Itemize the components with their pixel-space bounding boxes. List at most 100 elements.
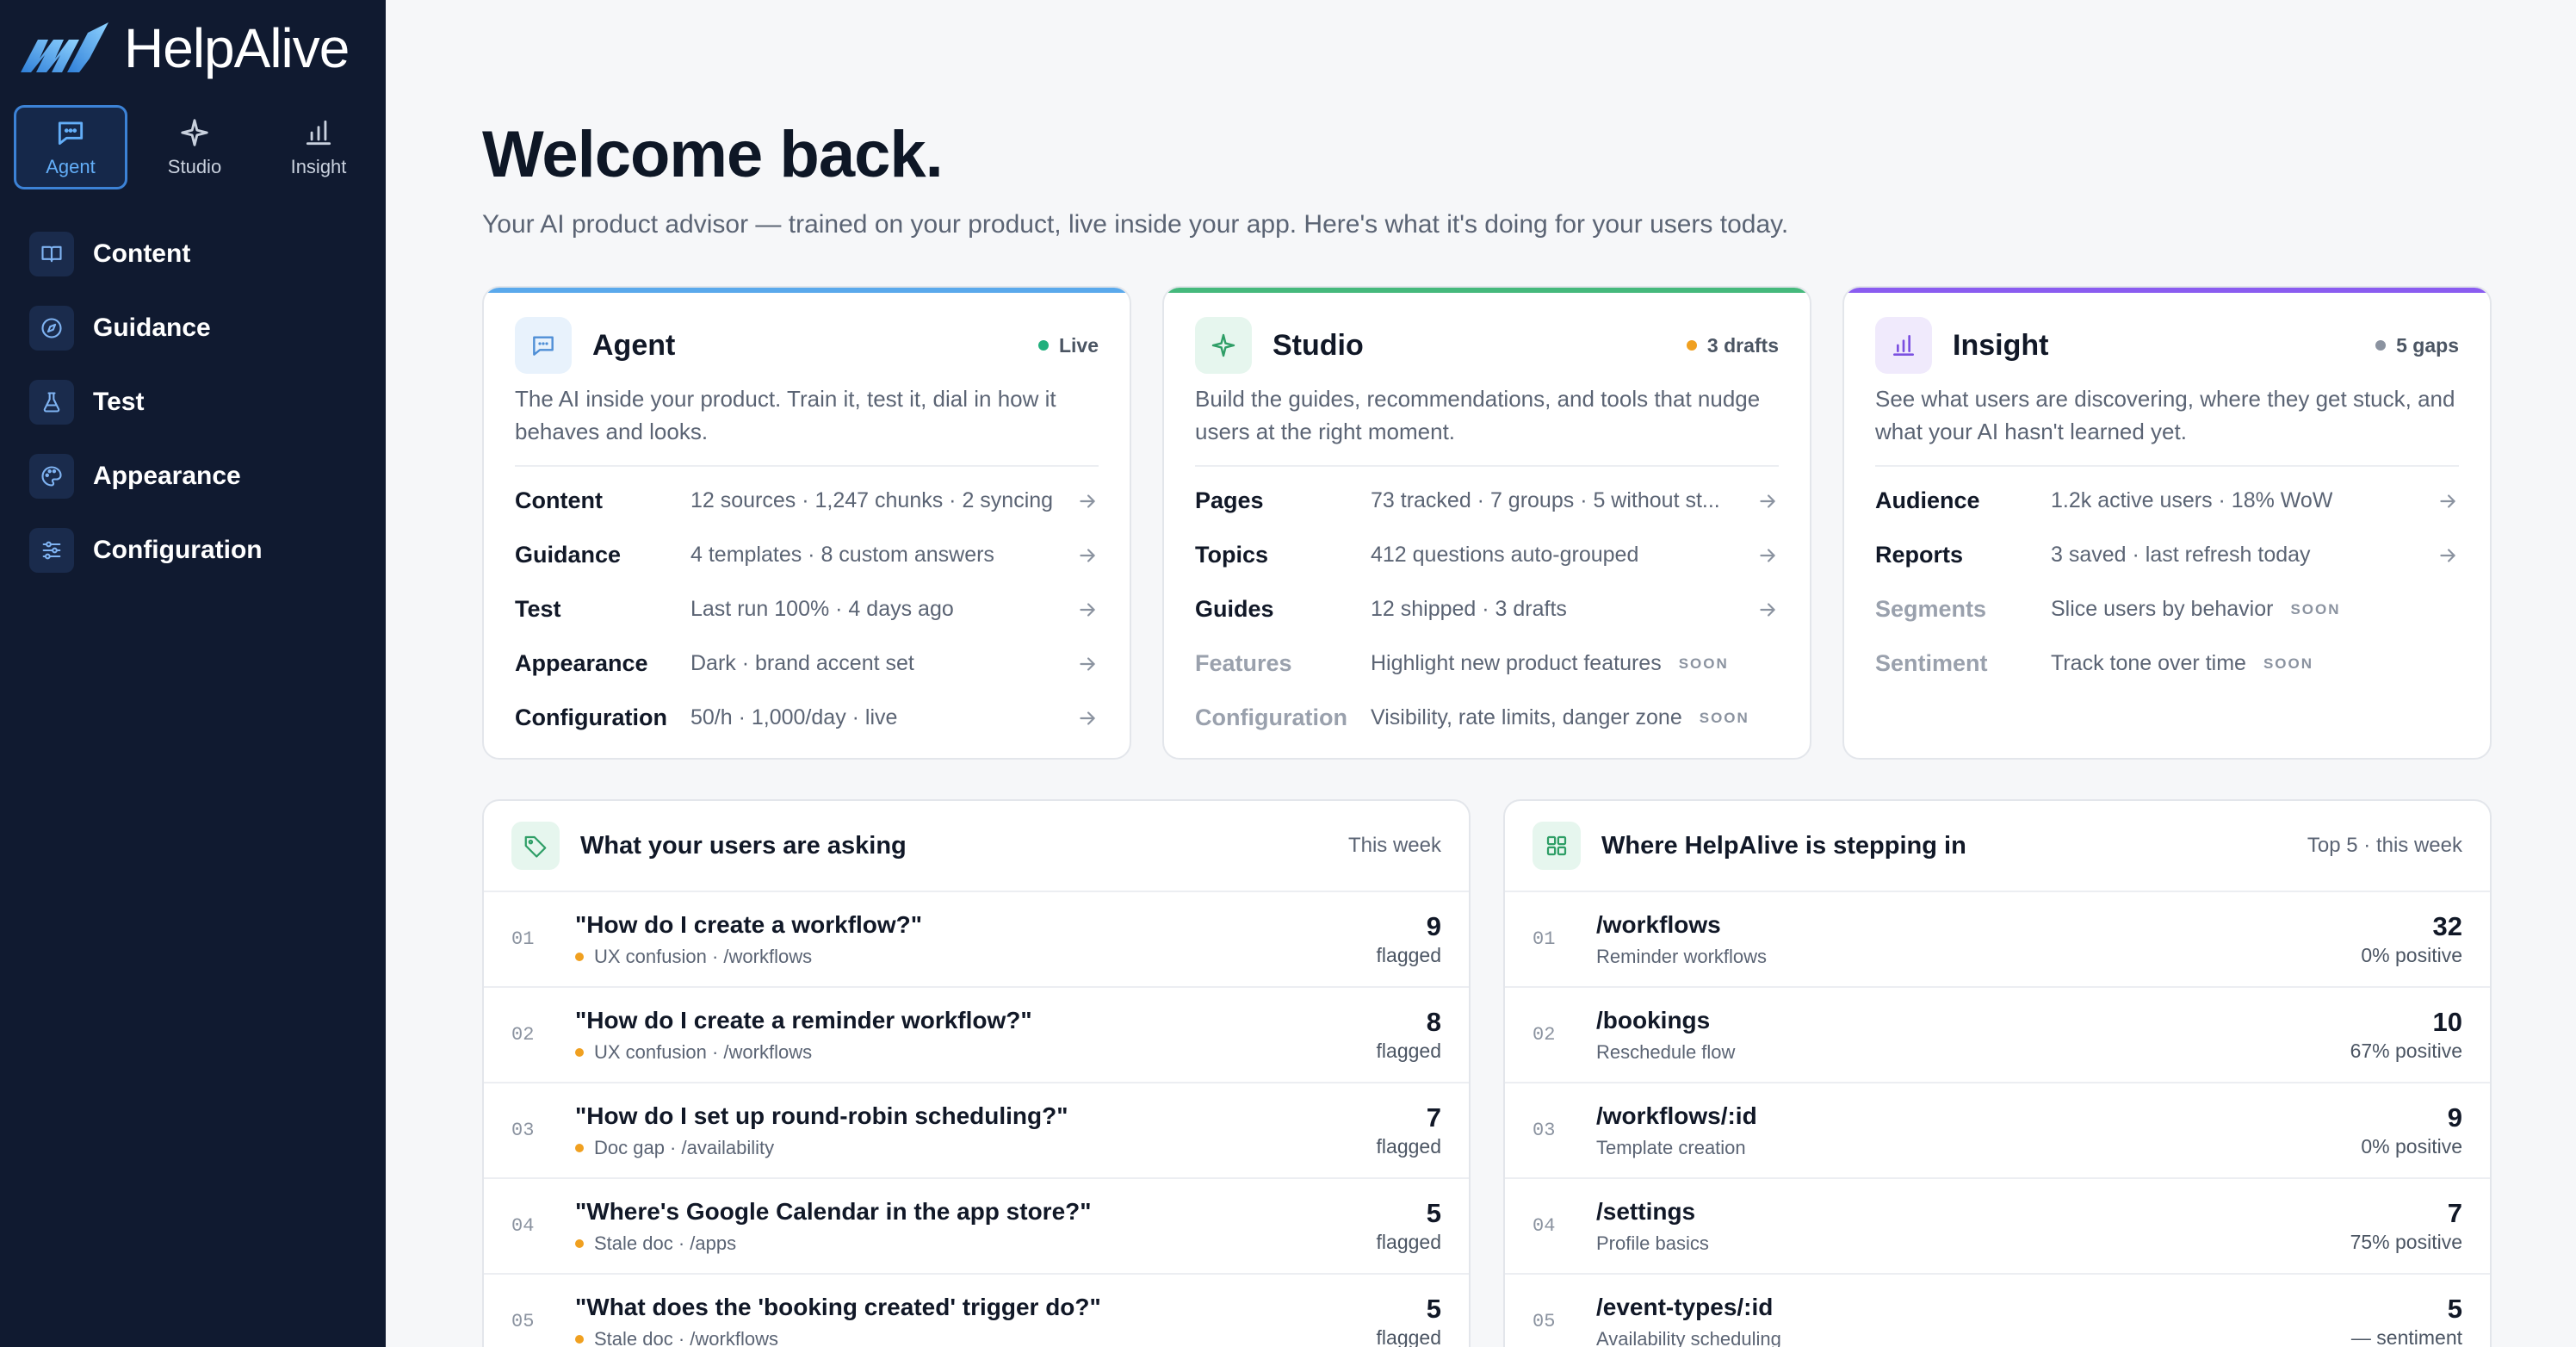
arrow-right-icon	[1760, 493, 1775, 508]
row-key: Sentiment	[1875, 650, 1988, 676]
card-accent-bar	[484, 288, 1130, 293]
count-value: 9	[2447, 1102, 2462, 1133]
sidebar-item-label: Content	[93, 239, 191, 268]
rank-number: 02	[1533, 1024, 1556, 1046]
mode-tab-studio[interactable]: Studio	[138, 105, 251, 189]
card-row-topics[interactable]: Topics 412 questions auto-grouped	[1195, 528, 1779, 582]
card-title: Insight	[1953, 328, 2049, 362]
rank-number: 01	[511, 928, 535, 950]
sidebar-item-appearance[interactable]: Appearance	[29, 439, 263, 513]
row-key: Topics	[1195, 542, 1269, 568]
mode-tab-insight[interactable]: Insight	[262, 105, 375, 189]
count-value: 7	[1426, 1102, 1441, 1133]
studio-card[interactable]: Studio 3 drafts Build the guides, recomm…	[1162, 286, 1811, 760]
sidebar: HelpAlive Agent Studio Insight Content G…	[0, 0, 386, 1347]
sidebar-item-configuration[interactable]: Configuration	[29, 513, 263, 587]
sidebar-item-label: Configuration	[93, 536, 263, 564]
card-row-segments: Segments Slice users by behavior SOON	[1875, 582, 2459, 636]
card-row-guidance[interactable]: Guidance 4 templates · 8 custom answers	[515, 528, 1099, 582]
mode-tab-agent[interactable]: Agent	[14, 105, 127, 189]
sidebar-item-test[interactable]: Test	[29, 365, 263, 439]
question-tag: Stale doc · /apps	[594, 1232, 737, 1254]
card-description: The AI inside your product. Train it, te…	[515, 386, 1056, 444]
page-title: Welcome back.	[482, 118, 944, 191]
soon-badge: SOON	[2290, 600, 2341, 618]
status-badge: 5 gaps	[2375, 334, 2459, 357]
list-item[interactable]: 01 "How do I create a workflow?" UX conf…	[484, 892, 1469, 988]
mode-switcher: Agent Studio Insight	[14, 105, 375, 189]
row-key: Guidance	[515, 542, 622, 568]
list-item[interactable]: 03 /workflows/:id Template creation 9 0%…	[1505, 1083, 2490, 1179]
status-label: 3 drafts	[1706, 333, 1779, 357]
question-text: "What does the 'booking created' trigger…	[575, 1293, 1101, 1320]
card-row-appearance[interactable]: Appearance Dark · brand accent set	[515, 636, 1099, 691]
route-description: Profile basics	[1596, 1232, 1709, 1254]
row-key: Guides	[1195, 596, 1274, 622]
count-label: flagged	[1376, 1135, 1441, 1158]
card-row-configuration: Configuration Visibility, rate limits, d…	[1195, 691, 1779, 745]
brand-name: HelpAlive	[124, 17, 350, 79]
sidebar-item-label: Guidance	[93, 313, 211, 342]
row-value: Track tone over time	[2051, 651, 2246, 675]
list-item[interactable]: 05 "What does the 'booking created' trig…	[484, 1275, 1469, 1347]
card-row-test[interactable]: Test Last run 100% · 4 days ago	[515, 582, 1099, 636]
card-title: Studio	[1273, 328, 1364, 362]
count-label: flagged	[1376, 1231, 1441, 1253]
count-label: flagged	[1376, 1040, 1441, 1062]
row-value: 50/h · 1,000/day · live	[690, 705, 898, 729]
row-key: Reports	[1875, 542, 1964, 568]
card-row-pages[interactable]: Pages 73 tracked · 7 groups · 5 without …	[1195, 474, 1779, 528]
helpalive-logo-icon	[21, 22, 108, 72]
sentiment-label: 0% positive	[2361, 1135, 2462, 1158]
compass-icon	[29, 306, 74, 351]
row-key: Pages	[1195, 487, 1264, 513]
route-description: Template creation	[1596, 1136, 1746, 1158]
brand-logo[interactable]: HelpAlive	[19, 17, 350, 79]
list-item[interactable]: 03 "How do I set up round-robin scheduli…	[484, 1083, 1469, 1179]
route-description: Reminder workflows	[1596, 945, 1768, 967]
sidebar-item-content[interactable]: Content	[29, 217, 263, 291]
insight-card[interactable]: Insight 5 gaps See what users are discov…	[1842, 286, 2492, 760]
rank-number: 04	[511, 1215, 535, 1237]
question-text: "How do I create a reminder workflow?"	[575, 1006, 1032, 1034]
arrow-right-icon	[1080, 711, 1095, 725]
status-dot	[2375, 340, 2387, 351]
row-value: Slice users by behavior	[2051, 597, 2274, 621]
sidebar-item-guidance[interactable]: Guidance	[29, 291, 263, 365]
agent-card[interactable]: Agent Live The AI inside your product. T…	[482, 286, 1131, 760]
chat-bubble-icon	[58, 121, 84, 146]
card-row-guides[interactable]: Guides 12 shipped · 3 drafts	[1195, 582, 1779, 636]
sentiment-label: — sentiment	[2350, 1326, 2462, 1347]
row-key: Test	[515, 596, 561, 622]
tag-icon	[511, 822, 560, 870]
list-item[interactable]: 02 "How do I create a reminder workflow?…	[484, 988, 1469, 1083]
row-value: Highlight new product features	[1371, 651, 1662, 675]
sidebar-item-label: Appearance	[93, 462, 241, 490]
card-row-reports[interactable]: Reports 3 saved · last refresh today	[1875, 528, 2459, 582]
list-item[interactable]: 02 /bookings Reschedule flow 10 67% posi…	[1505, 988, 2490, 1083]
count-label: flagged	[1376, 944, 1441, 966]
route-description: Reschedule flow	[1596, 1040, 1736, 1063]
card-row-audience[interactable]: Audience 1.2k active users · 18% WoW	[1875, 474, 2459, 528]
arrow-right-icon	[2440, 493, 2455, 508]
list-item[interactable]: 04 "Where's Google Calendar in the app s…	[484, 1179, 1469, 1275]
row-value: Visibility, rate limits, danger zone	[1371, 705, 1682, 729]
soon-badge: SOON	[1699, 709, 1749, 726]
list-item[interactable]: 01 /workflows Reminder workflows 32 0% p…	[1505, 892, 2490, 988]
palette-icon	[29, 454, 74, 499]
sidebar-item-label: Test	[93, 388, 145, 416]
list-item[interactable]: 05 /event-types/:id Availability schedul…	[1505, 1275, 2490, 1347]
card-row-configuration[interactable]: Configuration 50/h · 1,000/day · live	[515, 691, 1099, 745]
route-path: /workflows/:id	[1596, 1102, 1757, 1129]
card-accent-bar	[1164, 288, 1810, 293]
list-item[interactable]: 04 /settings Profile basics 7 75% positi…	[1505, 1179, 2490, 1275]
card-row-content[interactable]: Content 12 sources · 1,247 chunks · 2 sy…	[515, 474, 1099, 528]
arrow-right-icon	[1080, 602, 1095, 617]
panel-title: What your users are asking	[580, 831, 907, 860]
route-path: /event-types/:id	[1596, 1293, 1774, 1320]
row-value: 1.2k active users · 18% WoW	[2051, 488, 2333, 512]
status-badge: 3 drafts	[1686, 333, 1779, 357]
question-text: "How do I set up round-robin scheduling?…	[575, 1102, 1068, 1129]
arrow-right-icon	[1760, 602, 1775, 617]
route-path: /bookings	[1596, 1006, 1711, 1034]
